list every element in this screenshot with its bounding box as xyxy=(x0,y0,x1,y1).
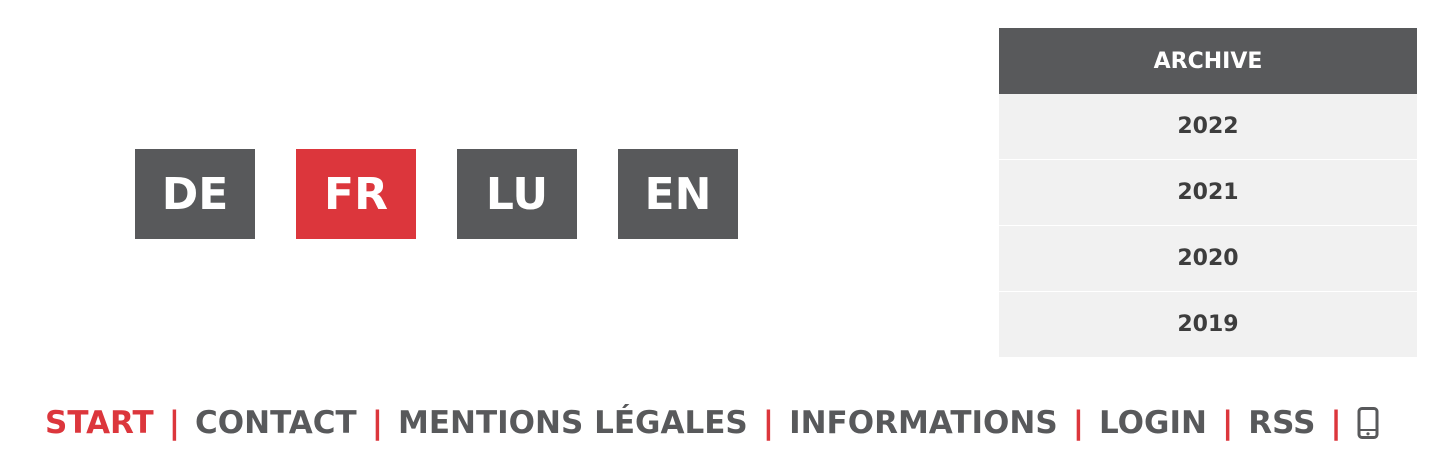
nav-separator: | xyxy=(1221,405,1234,441)
nav-link-start[interactable]: START xyxy=(45,405,154,441)
nav-link-contact[interactable]: CONTACT xyxy=(195,405,357,441)
lang-button-en[interactable]: EN xyxy=(618,149,738,239)
lang-button-lu[interactable]: LU xyxy=(457,149,577,239)
archive-title: ARCHIVE xyxy=(999,28,1417,94)
archive-year-2020[interactable]: 2020 xyxy=(999,226,1417,292)
footer-nav: START | CONTACT | MENTIONS LÉGALES | INF… xyxy=(45,398,1379,448)
nav-separator: | xyxy=(1072,405,1085,441)
nav-separator: | xyxy=(1330,405,1342,441)
lang-button-fr[interactable]: FR xyxy=(296,149,416,239)
nav-link-rss[interactable]: RSS xyxy=(1248,405,1315,441)
nav-separator: | xyxy=(168,405,181,441)
nav-link-informations[interactable]: INFORMATIONS xyxy=(789,405,1058,441)
nav-link-mentions-legales[interactable]: MENTIONS LÉGALES xyxy=(398,405,748,441)
archive-year-2021[interactable]: 2021 xyxy=(999,160,1417,226)
archive-panel: ARCHIVE 2022 2021 2020 2019 xyxy=(999,28,1417,358)
language-switcher: DE FR LU EN xyxy=(135,149,738,239)
archive-year-2022[interactable]: 2022 xyxy=(999,94,1417,160)
nav-link-login[interactable]: LOGIN xyxy=(1099,405,1207,441)
nav-separator: | xyxy=(762,405,775,441)
mobile-phone-icon[interactable] xyxy=(1357,407,1379,439)
nav-separator: | xyxy=(371,405,384,441)
archive-year-2019[interactable]: 2019 xyxy=(999,292,1417,358)
lang-button-de[interactable]: DE xyxy=(135,149,255,239)
